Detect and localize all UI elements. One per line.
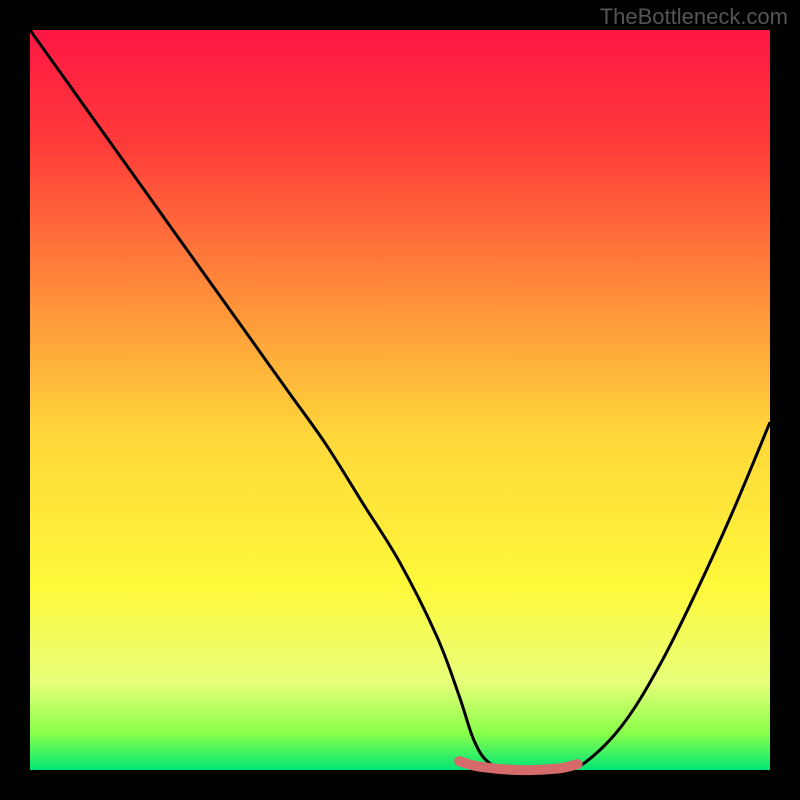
optimal-region-marker (459, 761, 577, 770)
plot-area (30, 30, 770, 770)
bottleneck-curve (30, 30, 770, 771)
curve-layer (30, 30, 770, 770)
watermark-text: TheBottleneck.com (600, 4, 788, 30)
